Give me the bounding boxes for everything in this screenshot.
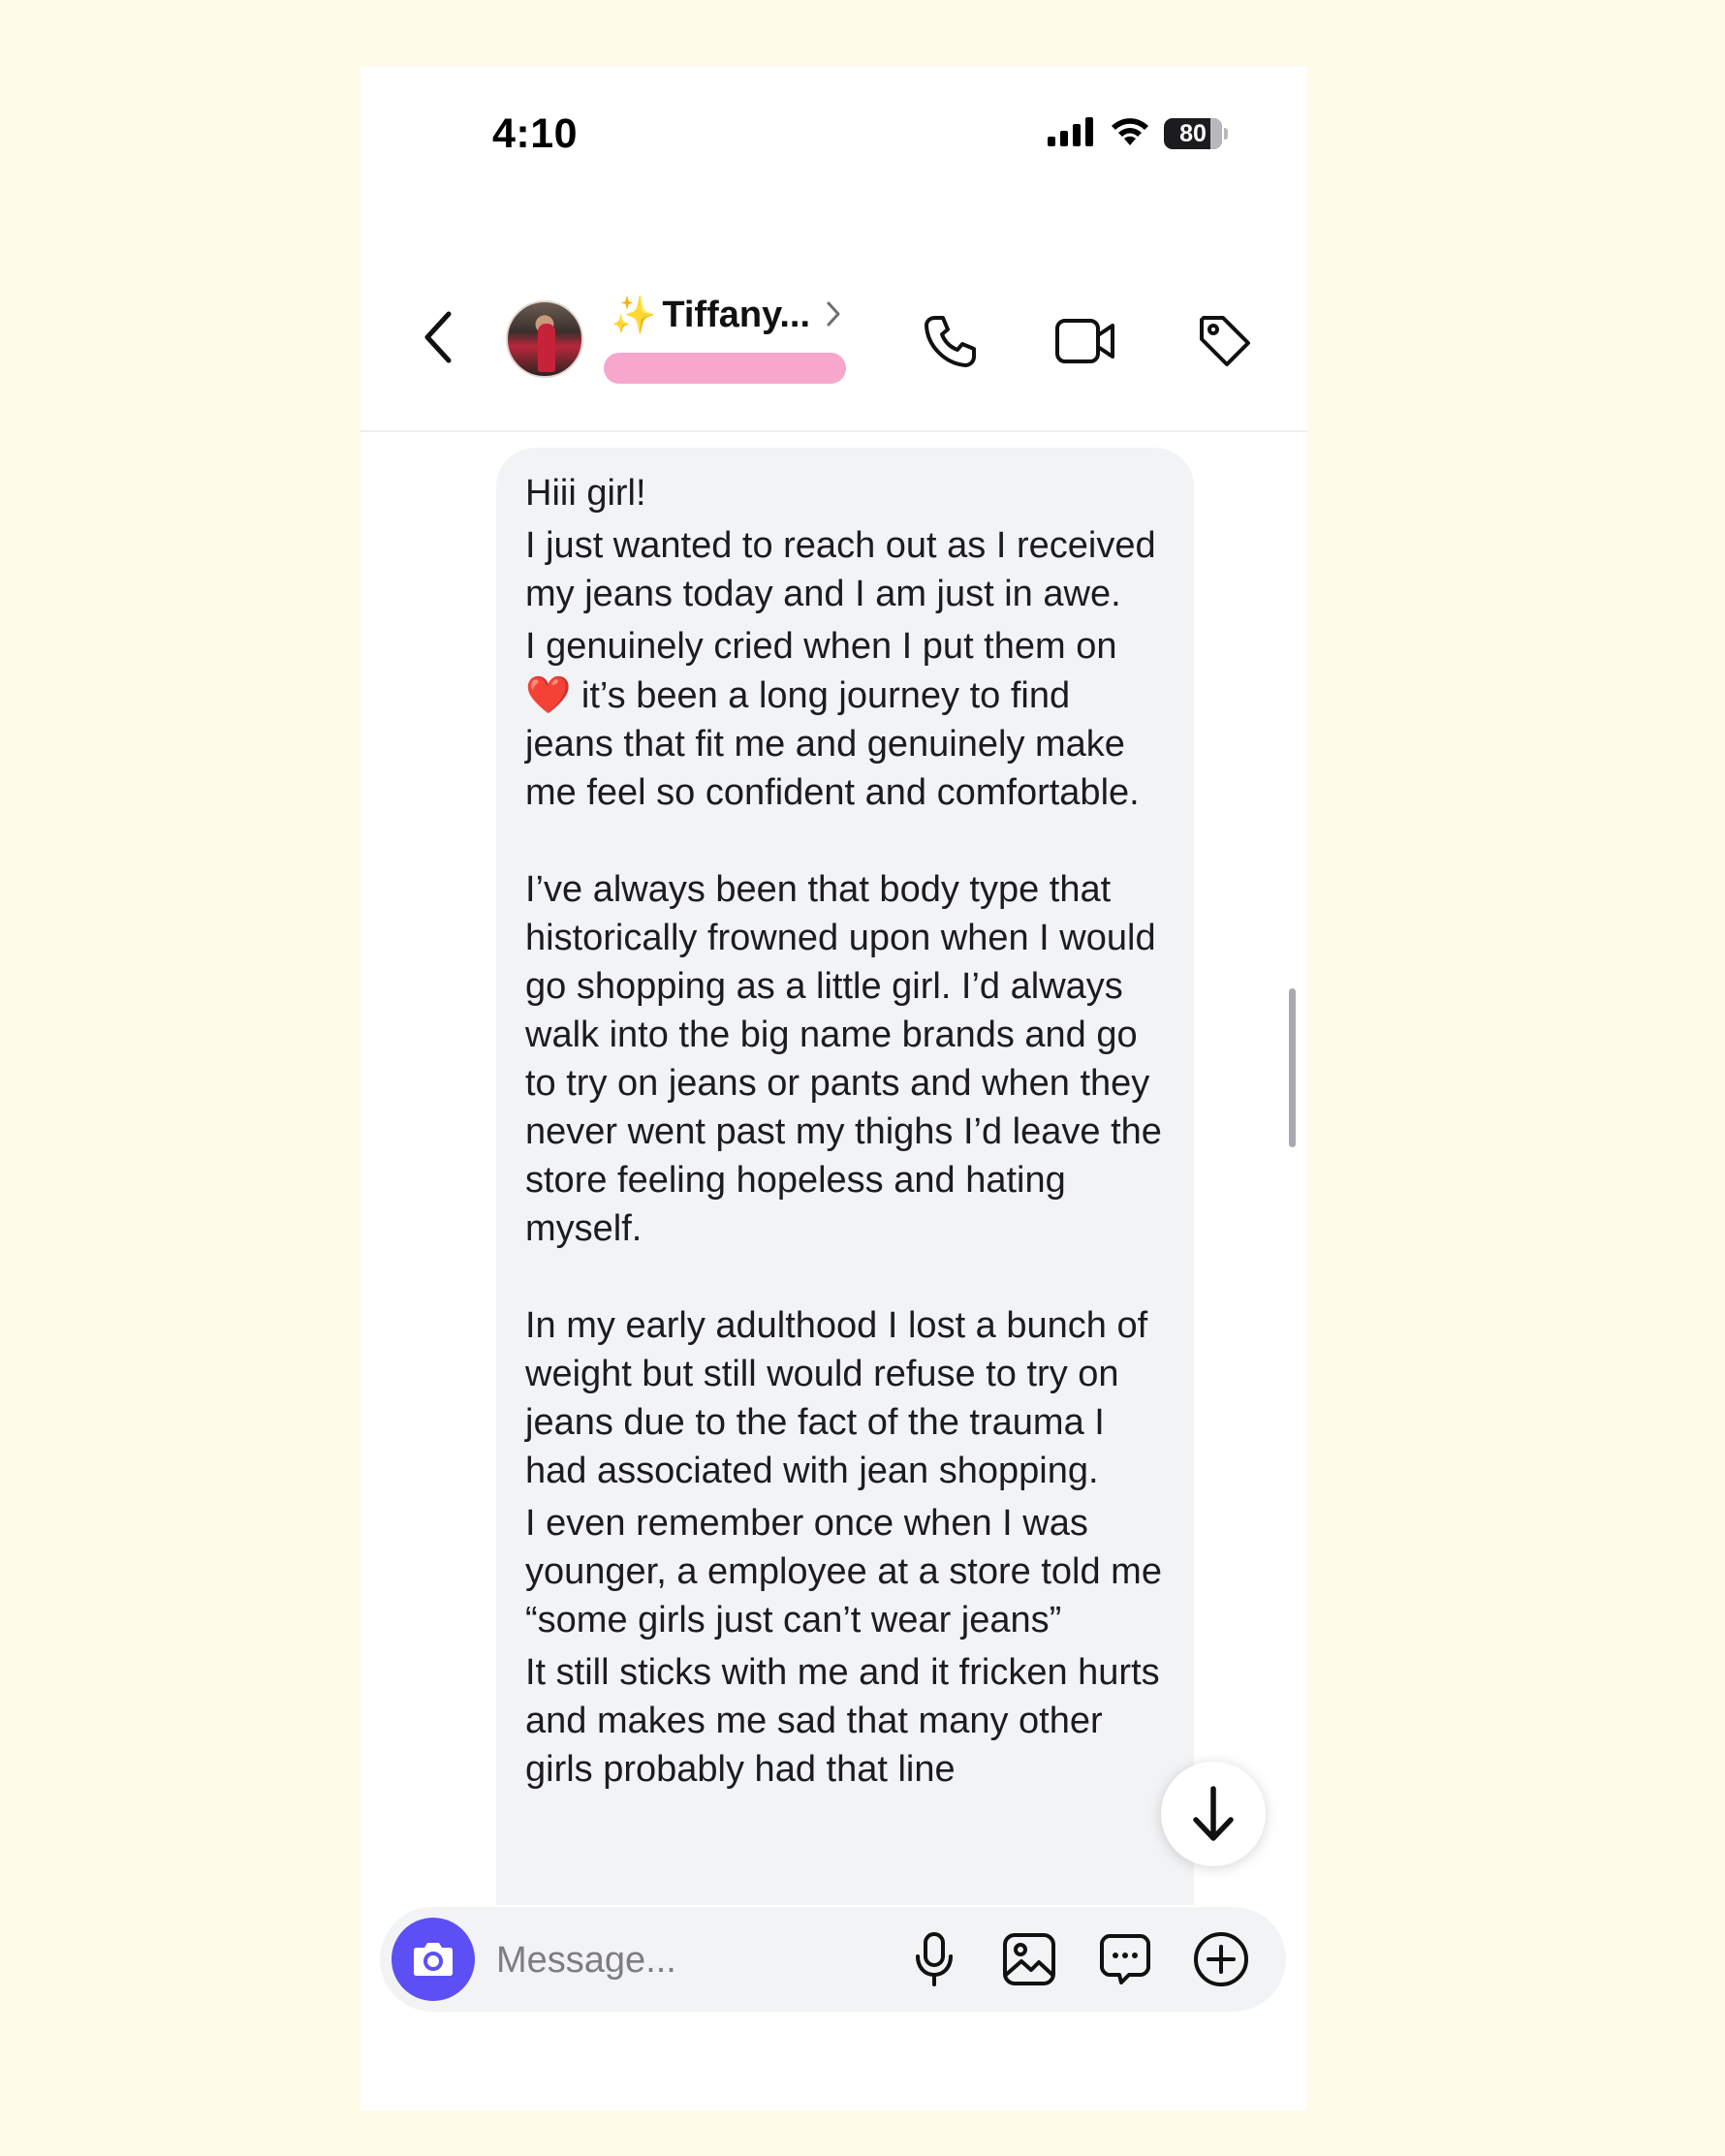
contact-name: Tiffany... [662, 295, 811, 335]
plus-circle-icon [1194, 1932, 1248, 1986]
voice-message-button[interactable] [905, 1930, 963, 1988]
message-paragraph: In my early adulthood I lost a bunch of … [525, 1305, 1148, 1491]
microphone-icon [916, 1932, 953, 1986]
sticker-button[interactable] [1096, 1930, 1154, 1988]
audio-call-button[interactable] [919, 310, 981, 372]
message-paragraph: Hiii girl! [525, 473, 646, 514]
message-input[interactable] [494, 1928, 866, 1992]
chat-header: ✨ Tiffany... [361, 260, 1307, 432]
gallery-button[interactable] [1000, 1930, 1058, 1988]
video-call-button[interactable] [1054, 310, 1116, 372]
contact-subtitle-redacted [604, 353, 846, 384]
contact-avatar[interactable] [506, 300, 583, 378]
scroll-to-bottom-button[interactable] [1161, 1762, 1266, 1866]
battery-indicator: 80 [1164, 118, 1228, 149]
received-message-bubble[interactable]: Hiii girl! I just wanted to reach out as… [496, 448, 1194, 1905]
chevron-right-icon [827, 301, 840, 326]
wifi-icon [1110, 116, 1150, 152]
battery-icon: 80 [1164, 118, 1222, 149]
phone-icon [925, 316, 976, 367]
message-paragraph: I genuinely cried when I put them on ❤️ … [525, 626, 1140, 813]
contact-name-button[interactable]: ✨ Tiffany... [611, 295, 841, 336]
label-button[interactable] [1194, 310, 1256, 372]
battery-level: 80 [1179, 119, 1207, 147]
video-camera-icon [1055, 319, 1114, 363]
back-icon [424, 311, 452, 363]
arrow-down-icon [1193, 1786, 1234, 1841]
message-paragraph: I even remember once when I was younger,… [525, 1503, 1162, 1640]
sticker-chat-icon [1100, 1934, 1150, 1984]
message-paragraph: It still sticks with me and it fricken h… [525, 1652, 1160, 1790]
red-heart-emoji: ❤️ [525, 673, 572, 716]
scrollbar[interactable] [1289, 988, 1296, 1147]
camera-button[interactable] [392, 1918, 475, 2001]
status-icons: 80 [1048, 116, 1228, 151]
more-options-button[interactable] [1192, 1930, 1250, 1988]
message-composer [380, 1907, 1286, 2012]
status-time: 4:10 [492, 110, 579, 157]
back-button[interactable] [415, 308, 463, 366]
camera-icon [414, 1943, 453, 1976]
sparkle-icon: ✨ [611, 295, 657, 336]
cellular-signal-icon [1048, 116, 1096, 151]
tag-icon [1200, 316, 1250, 366]
message-paragraph: I’ve always been that body type that his… [525, 869, 1162, 1249]
image-icon [1003, 1933, 1055, 1985]
message-paragraph: I just wanted to reach out as I received… [525, 525, 1156, 614]
phone-screen: 4:10 80 ✨ Tiffany... Hiii girl! I just w… [361, 66, 1307, 2110]
message-thread[interactable]: Hiii girl! I just wanted to reach out as… [361, 432, 1307, 1905]
